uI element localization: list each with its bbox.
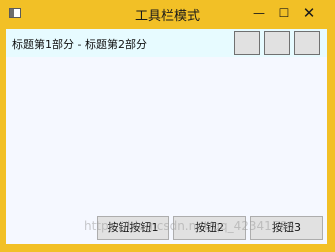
close-button[interactable]: ✕ bbox=[298, 4, 320, 22]
button-1[interactable]: 按钮按钮1 bbox=[97, 216, 169, 240]
client-area: 标题第1部分 - 标题第2部分 按钮按钮1 按钮2 按钮3 https://bl… bbox=[6, 29, 327, 244]
maximize-button[interactable]: ☐ bbox=[273, 4, 295, 22]
title-bar[interactable]: 工具栏模式 — ☐ ✕ bbox=[0, 0, 335, 28]
header-toolbar: 标题第1部分 - 标题第2部分 bbox=[6, 29, 327, 57]
header-title: 标题第1部分 - 标题第2部分 bbox=[12, 38, 147, 51]
toolbar-button-3[interactable] bbox=[294, 31, 320, 55]
button-2[interactable]: 按钮2 bbox=[173, 216, 246, 240]
toolbar-button-1[interactable] bbox=[234, 31, 260, 55]
toolbar-button-2[interactable] bbox=[264, 31, 290, 55]
application-window: 工具栏模式 — ☐ ✕ 标题第1部分 - 标题第2部分 按钮按钮1 按钮2 按钮… bbox=[0, 0, 335, 252]
minimize-button[interactable]: — bbox=[248, 4, 270, 22]
button-3[interactable]: 按钮3 bbox=[250, 216, 323, 240]
